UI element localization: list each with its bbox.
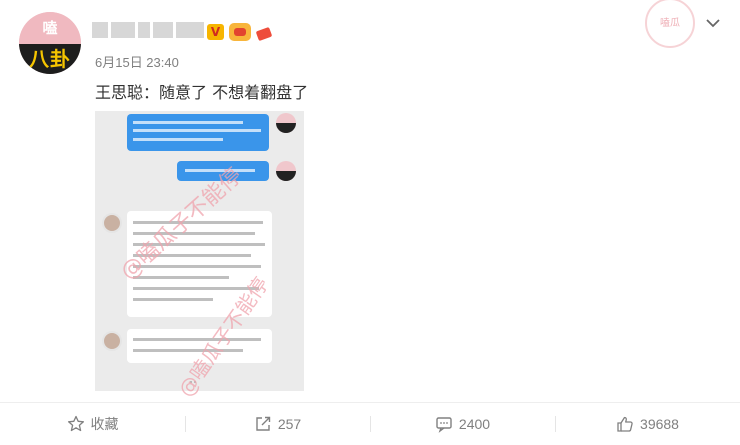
chat-avatar: [102, 331, 122, 351]
blurred-text: [133, 138, 223, 141]
blurred-text: [133, 338, 261, 341]
post-timestamp[interactable]: 6月15日 23:40: [95, 52, 179, 71]
chevron-down-icon[interactable]: [704, 14, 722, 32]
watermark-seal: 嗑瓜: [645, 0, 695, 48]
watermark-seal-text: 嗑瓜: [660, 18, 680, 29]
like-icon: [617, 416, 633, 432]
weibo-post-card: 嗑 八卦 V 6月15日 23:40 王思聪：随意了 不想着翻盘了 嗑瓜 @嗑瓜…: [0, 0, 740, 445]
like-count: 39688: [640, 416, 679, 432]
user-avatar[interactable]: 嗑 八卦: [19, 12, 81, 74]
blurred-text: [133, 276, 229, 279]
comment-count: 2400: [458, 416, 491, 432]
comment-icon: [436, 417, 452, 433]
avatar-bottom-text: 八卦: [29, 47, 71, 71]
share-button[interactable]: 257: [185, 403, 370, 445]
share-count: 257: [277, 416, 302, 432]
favorite-button[interactable]: 收藏: [0, 403, 185, 445]
chat-avatar: [276, 161, 296, 181]
blurred-text: [133, 129, 261, 132]
like-button[interactable]: 39688: [555, 403, 740, 445]
avatar-char: 嗑: [42, 19, 58, 37]
action-bar: 收藏 257 2400 39688: [0, 403, 740, 445]
username-blurred[interactable]: [92, 22, 204, 40]
post-text: 王思聪：随意了 不想着翻盘了: [95, 83, 309, 102]
blurred-text: [133, 121, 243, 124]
blurred-text: [133, 298, 213, 301]
chat-avatar: [276, 113, 296, 133]
vip-badge-icon[interactable]: [229, 23, 251, 41]
favorite-label: 收藏: [90, 416, 119, 432]
share-icon: [256, 416, 271, 431]
gift-badge-icon[interactable]: [255, 23, 273, 41]
verified-badge-icon[interactable]: V: [207, 24, 224, 40]
comment-button[interactable]: 2400: [370, 403, 555, 445]
star-icon: [67, 415, 84, 432]
chat-avatar: [102, 213, 122, 233]
chat-bubble-sent: [127, 114, 269, 151]
